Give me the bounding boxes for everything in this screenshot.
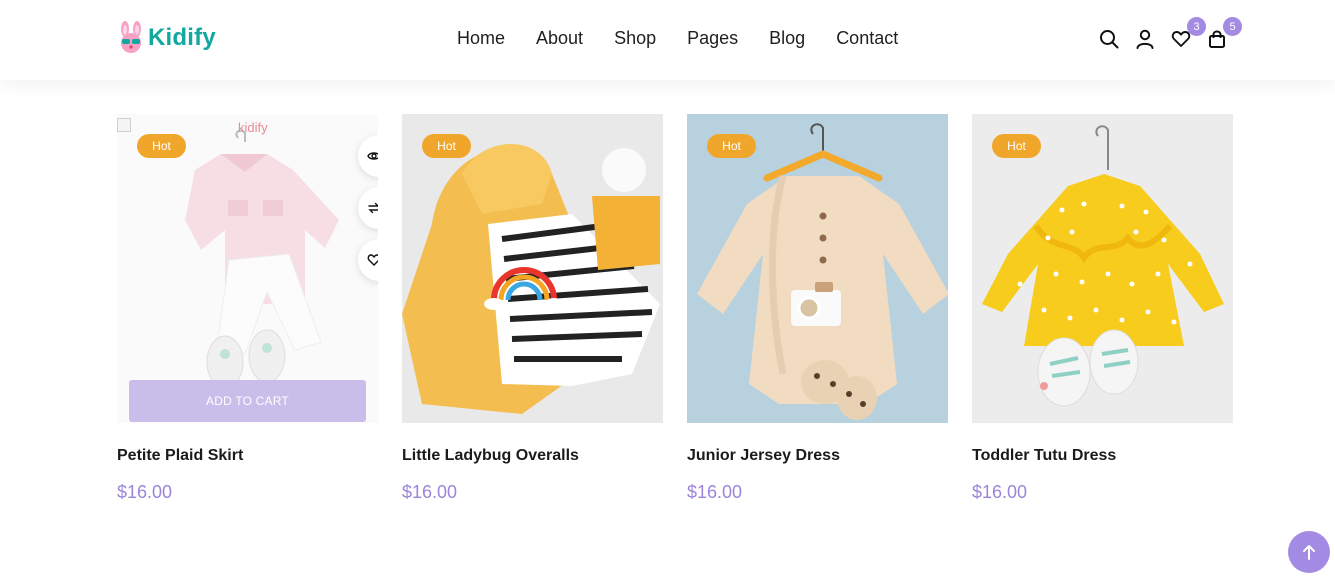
cart-count-badge: 5 (1223, 17, 1242, 36)
scroll-to-top-button[interactable] (1288, 531, 1330, 573)
polka-dot-dress-illustration (982, 125, 1224, 407)
product-title[interactable]: Junior Jersey Dress (687, 446, 948, 466)
product-title[interactable]: Petite Plaid Skirt (117, 446, 378, 466)
raincoat-outfit-illustration (402, 144, 660, 414)
site-logo[interactable]: Kidify (116, 18, 216, 58)
quick-view-button[interactable] (358, 135, 378, 177)
compare-button[interactable] (358, 187, 378, 229)
nav-item-shop[interactable]: Shop (614, 26, 656, 50)
nav-item-about[interactable]: About (536, 26, 583, 50)
bunny-logo-icon (121, 21, 141, 53)
product-card[interactable]: kidify Hot ADD TO CART Petite Plaid Skir… (117, 114, 378, 504)
product-price: $16.00 (687, 482, 743, 502)
product-card[interactable]: Hot Little Ladybug Overalls $16.00 (402, 114, 663, 504)
product-quick-actions (358, 135, 378, 291)
hot-badge: Hot (992, 134, 1041, 158)
header-icons: 3 5 (1086, 17, 1242, 52)
search-icon (1100, 30, 1119, 49)
nav-item-blog[interactable]: Blog (769, 26, 805, 50)
account-button[interactable] (1132, 26, 1158, 52)
product-title[interactable]: Toddler Tutu Dress (972, 446, 1233, 466)
add-to-wishlist-button[interactable] (358, 239, 378, 281)
main-nav: Home About Shop Pages Blog Contact (457, 26, 929, 50)
logo-text: Kidify (148, 24, 216, 51)
user-icon (1136, 29, 1154, 49)
site-header: Kidify Home About Shop Pages Blog Contac… (0, 0, 1335, 80)
product-image[interactable]: Hot (402, 114, 663, 423)
hot-badge: Hot (137, 134, 186, 158)
product-price: $16.00 (972, 482, 1028, 502)
heart-icon (367, 254, 378, 266)
product-image[interactable]: Hot (972, 114, 1233, 423)
product-image[interactable]: kidify Hot ADD TO CART (117, 114, 378, 423)
product-price: $16.00 (117, 482, 173, 502)
product-card[interactable]: Hot Junior Jersey Dress $16.00 (687, 114, 948, 504)
jacket-outfit-illustration (185, 129, 339, 389)
product-title[interactable]: Little Ladybug Overalls (402, 446, 663, 466)
search-button[interactable] (1096, 26, 1122, 52)
arrow-up-icon (1303, 545, 1315, 560)
product-card[interactable]: Hot Toddler Tutu Dress $16.00 (972, 114, 1233, 504)
wishlist-button[interactable]: 3 (1168, 17, 1206, 52)
cart-button[interactable]: 5 (1204, 17, 1242, 52)
broken-image-icon (117, 118, 131, 132)
nav-item-pages[interactable]: Pages (687, 26, 738, 50)
eye-icon (367, 152, 378, 160)
nav-item-contact[interactable]: Contact (836, 26, 898, 50)
hot-badge: Hot (422, 134, 471, 158)
hot-badge: Hot (707, 134, 756, 158)
nav-item-home[interactable]: Home (457, 26, 505, 50)
product-price: $16.00 (402, 482, 458, 502)
compare-arrows-icon (368, 202, 378, 214)
linen-dress-illustration (697, 123, 948, 420)
image-brand-mark: kidify (238, 120, 268, 135)
add-to-cart-button[interactable]: ADD TO CART (129, 380, 366, 422)
product-image[interactable]: Hot (687, 114, 948, 423)
product-grid: kidify Hot ADD TO CART Petite Plaid Skir… (117, 114, 1233, 504)
